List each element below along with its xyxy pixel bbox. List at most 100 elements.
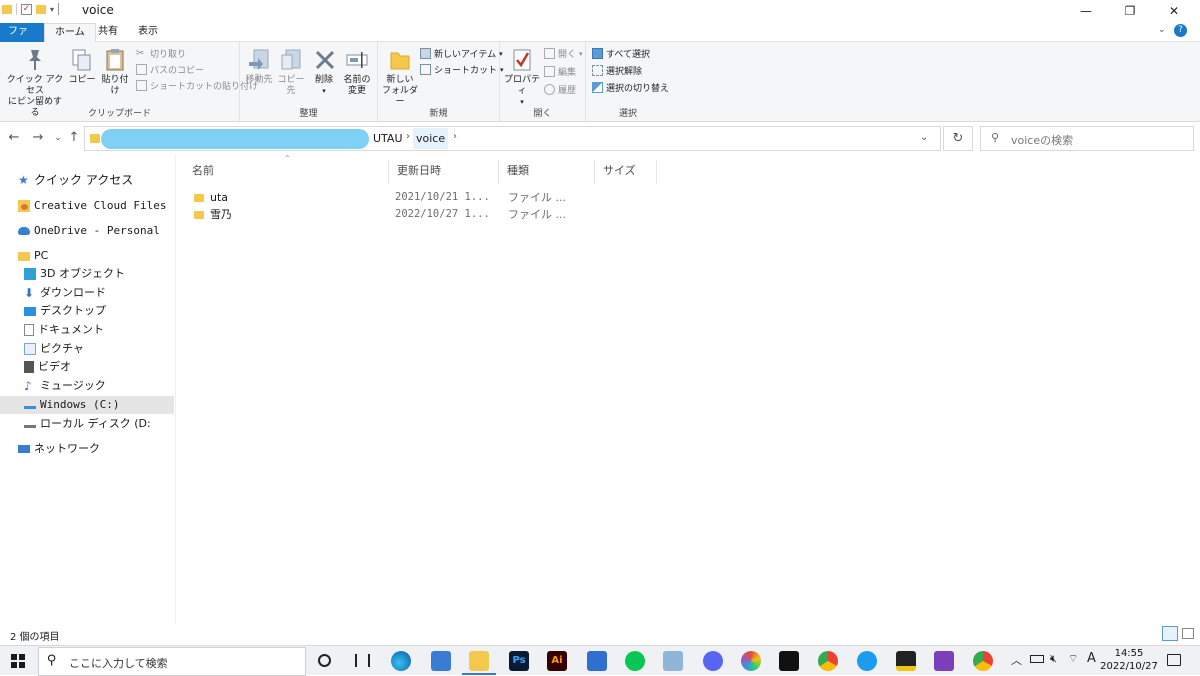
search-box[interactable]: ⚲ voiceの検索 [980,126,1194,151]
new-item-button[interactable]: 新しいアイテム ▾ [420,47,503,60]
nav-3d-objects[interactable]: 3D オブジェクト [24,265,174,283]
chrome-icon[interactable] [973,651,993,671]
address-input[interactable]: UTAU › voice › ⌄ [84,126,941,151]
ime-indicator[interactable]: A [1087,651,1096,666]
close-button[interactable]: ✕ [1154,2,1194,20]
recent-locations-icon[interactable]: ⌄ [50,133,66,143]
folder-icon [2,4,12,14]
large-icons-view-icon[interactable] [1182,628,1194,639]
nav-pc[interactable]: PC [18,247,174,265]
color-app-icon[interactable] [741,651,761,671]
nav-local-disk-d[interactable]: ローカル ディスク (D: [24,415,174,433]
mail-icon[interactable] [587,651,607,671]
notification-icon[interactable] [1167,654,1181,666]
file-explorer-icon[interactable] [469,651,489,671]
history-button[interactable]: 履歴 [544,83,576,96]
edge-browser-icon[interactable] [391,651,411,671]
delete-button[interactable]: 削除 ▾ [312,47,336,97]
select-all-button[interactable]: すべて選択 [592,47,650,60]
twitter-icon[interactable] [857,651,877,671]
photoshop-icon[interactable]: Ps [509,651,529,671]
rename-button[interactable]: 名前の 変更 [340,47,374,97]
tab-view[interactable]: 表示 [128,23,168,42]
column-header-type[interactable]: 種類 [499,160,595,184]
restore-button[interactable]: ❐ [1110,2,1150,20]
delete-dropdown-icon[interactable]: ▾ [312,86,336,97]
table-row[interactable]: 雪乃 2022/10/27 1... ファイル ... [188,206,588,223]
breadcrumb-utau[interactable]: UTAU [373,132,403,145]
copy-to-icon [278,47,304,73]
nav-videos[interactable]: ビデオ [24,358,174,376]
nav-onedrive[interactable]: OneDrive - Personal [18,222,174,240]
select-none-button[interactable]: 選択解除 [592,64,642,77]
clock[interactable]: 14:55 2022/10/27 [1100,647,1158,673]
tab-file[interactable]: ファイル [0,23,44,55]
speaker-muted-icon[interactable]: 🔇︎ [1050,652,1057,666]
breadcrumb-voice[interactable]: voice [413,128,449,149]
new-folder-icon[interactable] [36,4,46,14]
invert-selection-button[interactable]: 選択の切り替え [592,81,669,94]
open-button[interactable]: 開く ▾ [544,47,583,60]
nav-windows-c[interactable]: Windows (C:) [0,396,174,414]
clock-time: 14:55 [1114,648,1144,659]
battery-icon[interactable] [1030,655,1044,663]
widgets-icon[interactable] [355,654,370,667]
nav-quick-access[interactable]: ★ クイック アクセス [18,171,174,189]
table-row[interactable]: uta 2021/10/21 1... ファイル ... [188,189,588,206]
nav-music[interactable]: ♪ ミュージック [24,377,174,395]
store-icon[interactable] [431,651,451,671]
back-arrow-icon[interactable]: ← [6,130,22,145]
new-folder-button[interactable]: 新しい フォルダー [380,47,420,108]
column-header-size[interactable]: サイズ [595,160,657,184]
wifi-icon[interactable]: ⌔ [1068,652,1078,666]
chrome-icon[interactable] [818,651,838,671]
select-group: すべて選択 選択解除 選択の切り替え 選択 [586,42,670,122]
breadcrumb-separator-icon[interactable]: › [453,131,457,142]
sticky-notes-icon[interactable] [896,651,916,671]
column-header-date[interactable]: 更新日時 [389,160,499,184]
customize-toolbar-icon[interactable]: ▾ [50,5,54,14]
breadcrumb-separator-icon[interactable]: › [406,131,410,142]
separator [16,3,17,15]
refresh-icon[interactable]: ↻ [943,126,973,151]
nav-pictures[interactable]: ピクチャ [24,340,174,358]
task-view-icon[interactable] [318,654,331,667]
illustrator-icon[interactable]: Ai [547,651,567,671]
copy-to-button[interactable]: コピー先 [276,47,306,97]
ribbon-expand-icon[interactable]: ⌄ [1158,25,1166,35]
address-dropdown-icon[interactable]: ⌄ [920,132,928,143]
nav-network[interactable]: ネットワーク [18,440,174,458]
cut-button[interactable]: ✂ 切り取り [136,47,186,60]
edit-button[interactable]: 編集 [544,65,576,78]
properties-button[interactable]: プロパティ ▾ [502,47,542,108]
visual-studio-icon[interactable] [934,651,954,671]
new-group: 新しい フォルダー 新しいアイテム ▾ ショートカット ▾ 新規 [378,42,504,122]
app-icon[interactable] [663,651,683,671]
properties-check-icon[interactable]: ✓ [21,3,32,15]
nav-downloads[interactable]: ⬇ ダウンロード [24,284,174,302]
column-header-name[interactable]: 名前 [184,160,389,184]
move-to-button[interactable]: 移動先 [244,47,274,86]
search-input[interactable]: voiceの検索 [1011,132,1073,148]
details-view-icon[interactable] [1162,626,1178,641]
shortcut-button[interactable]: ショートカット ▾ [420,63,504,76]
discord-icon[interactable] [703,651,723,671]
nav-desktop[interactable]: デスクトップ [24,302,174,320]
up-arrow-icon[interactable]: ↑ [66,130,82,145]
line-app-icon[interactable] [625,651,645,671]
tray-overflow-icon[interactable]: ︿ [1011,652,1022,668]
ibis-paint-icon[interactable] [779,651,799,671]
picture-icon [24,343,36,355]
copy-button[interactable]: コピー [68,47,96,86]
forward-arrow-icon[interactable]: → [30,130,46,145]
taskbar-search-input[interactable]: ここに入力して検索 [69,655,168,671]
minimize-button[interactable]: — [1066,2,1106,20]
paste-button[interactable]: 貼り付け [98,47,132,97]
taskbar-search-box[interactable]: ⚲ ここに入力して検索 [38,647,306,676]
windows-start-icon[interactable] [11,654,25,668]
help-icon[interactable]: ? [1174,24,1187,37]
copy-path-button[interactable]: パスのコピー [136,63,204,76]
nav-documents[interactable]: ドキュメント [24,321,174,339]
nav-creative-cloud[interactable]: Creative Cloud Files [18,197,174,215]
tab-share[interactable]: 共有 [88,23,128,42]
